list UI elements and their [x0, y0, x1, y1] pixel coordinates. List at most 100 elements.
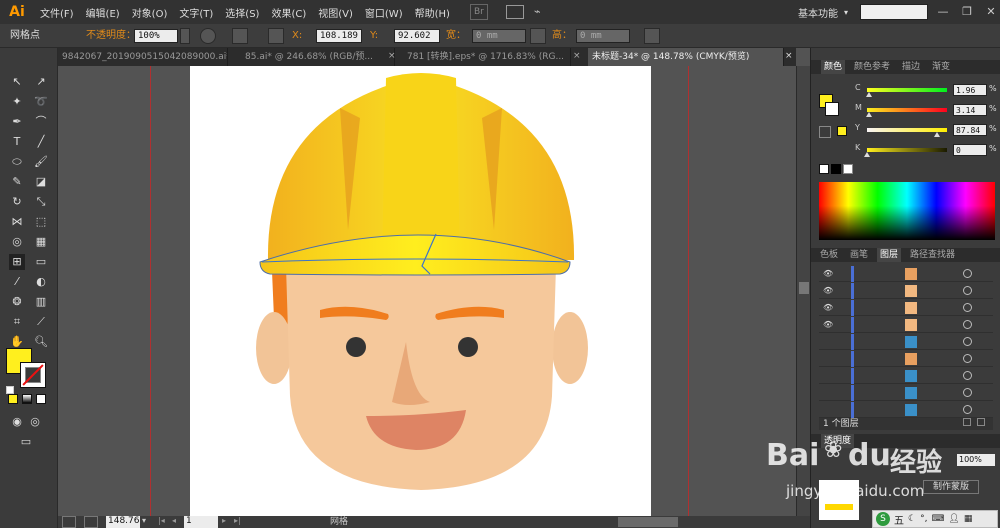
pen-tool-icon[interactable]: ✒	[9, 114, 25, 130]
eye-icon[interactable]: 👁︎	[823, 269, 833, 278]
artboard-nav-icon[interactable]	[62, 516, 76, 528]
target-circle-icon[interactable]	[963, 371, 972, 380]
chevron-down-icon[interactable]: ▾	[844, 8, 848, 17]
transform-options-icon[interactable]	[644, 28, 660, 44]
moon-icon[interactable]: ☾	[908, 514, 916, 524]
eraser-tool-icon[interactable]: ◪	[33, 174, 49, 190]
gpu-performance-icon[interactable]: ⌁	[534, 5, 550, 19]
channel-slider-handle[interactable]	[865, 92, 872, 97]
menu-select[interactable]: 选择(S)	[219, 5, 265, 20]
close-button[interactable]: ✕	[982, 3, 1000, 21]
first-artboard-icon[interactable]: |◂	[158, 516, 165, 525]
line-tool-icon[interactable]: ╱	[33, 134, 49, 150]
horizontal-scroll-thumb[interactable]	[618, 517, 678, 527]
visibility-toggle[interactable]	[823, 354, 833, 364]
ellipse-tool-icon[interactable]: ⬭	[9, 154, 25, 170]
minimize-button[interactable]: —	[934, 3, 952, 21]
share-icon[interactable]	[84, 516, 98, 528]
user-icon[interactable]: 👤︎	[948, 514, 959, 524]
eyedropper-tool-icon[interactable]: ⁄	[9, 274, 25, 290]
selection-tool-icon[interactable]: ↖	[9, 74, 25, 90]
tab-gradient[interactable]: 渐变	[929, 60, 953, 74]
channel-slider-k[interactable]	[867, 148, 947, 152]
gradient-mode-icon[interactable]	[22, 394, 32, 404]
channel-value-field-k[interactable]: 0	[953, 144, 987, 156]
visibility-toggle[interactable]	[823, 405, 833, 415]
eye-icon[interactable]: 👁︎	[823, 286, 833, 295]
opacity-dropdown[interactable]	[180, 28, 190, 44]
layer-row[interactable]	[819, 334, 993, 350]
ime-toolbar[interactable]: S 五 ☾ °, ⌨ 👤︎ ▦	[872, 510, 998, 528]
layer-row[interactable]	[819, 351, 993, 367]
pencil-tool-icon[interactable]: ✎	[9, 174, 25, 190]
sogou-icon[interactable]: S	[876, 512, 890, 526]
opacity-field[interactable]: 100%	[134, 29, 178, 43]
draw-behind-icon[interactable]: ◎	[27, 414, 43, 430]
layer-row[interactable]	[819, 402, 993, 418]
zoom-tool-icon[interactable]: 🔍︎	[33, 334, 49, 350]
rotate-tool-icon[interactable]: ↻	[9, 194, 25, 210]
none-mode-icon[interactable]	[36, 394, 46, 404]
magic-wand-tool-icon[interactable]: ✦	[9, 94, 25, 110]
channel-value-field-c[interactable]: 1.96	[953, 84, 987, 96]
menu-edit[interactable]: 编辑(E)	[80, 5, 126, 20]
tab-layers[interactable]: 图层	[877, 248, 902, 262]
menu-view[interactable]: 视图(V)	[312, 5, 359, 20]
document-tab[interactable]: 781 [转换].eps* @ 1716.83% (RG...	[403, 48, 571, 66]
menu-effect[interactable]: 效果(C)	[265, 5, 312, 20]
channel-slider-handle[interactable]	[934, 132, 941, 137]
target-circle-icon[interactable]	[963, 320, 972, 329]
menu-help[interactable]: 帮助(H)	[409, 5, 456, 20]
zoom-field[interactable]: 148.76	[106, 516, 140, 528]
opacity-label[interactable]: 不透明度：	[86, 28, 136, 44]
default-colors-icon[interactable]	[6, 386, 14, 394]
tab-close-icon[interactable]: ×	[388, 51, 396, 61]
channel-slider-m[interactable]	[867, 108, 947, 112]
layer-row[interactable]: 👁︎	[819, 300, 993, 316]
none-color-icon[interactable]	[819, 164, 829, 174]
grid-icon[interactable]: ▦	[964, 514, 973, 524]
align-icon[interactable]	[232, 28, 248, 44]
blend-tool-icon[interactable]: ◐	[33, 274, 49, 290]
menu-type[interactable]: 文字(T)	[173, 5, 219, 20]
height-field[interactable]: 0 mm	[576, 29, 630, 43]
target-circle-icon[interactable]	[963, 303, 972, 312]
tab-brushes[interactable]: 画笔	[847, 248, 871, 262]
symbol-sprayer-tool-icon[interactable]: ❂	[9, 294, 25, 310]
bridge-button[interactable]: Br	[469, 4, 488, 20]
layer-row[interactable]: 👁︎	[819, 283, 993, 299]
workspace-switcher[interactable]: 基本功能	[798, 5, 838, 20]
tab-stroke[interactable]: 描边	[899, 60, 923, 74]
perspective-grid-tool-icon[interactable]: ▦	[33, 234, 49, 250]
tab-swatches[interactable]: 色板	[817, 248, 841, 262]
visibility-toggle[interactable]	[823, 371, 833, 381]
document-tab-active[interactable]: 未标题-34* @ 148.78% (CMYK/预览)	[588, 48, 784, 66]
restore-button[interactable]: ❐	[958, 3, 976, 21]
layer-row[interactable]	[819, 385, 993, 401]
color-spectrum[interactable]	[819, 182, 995, 240]
black-color-icon[interactable]	[831, 164, 841, 174]
free-transform-tool-icon[interactable]: ⬚	[33, 214, 49, 230]
visibility-toggle[interactable]	[823, 337, 833, 347]
artboard-tool-icon[interactable]: ⌗	[9, 314, 25, 330]
slice-tool-icon[interactable]: ⟋	[33, 314, 49, 330]
y-field[interactable]: 92.602	[394, 29, 440, 43]
channel-slider-c[interactable]	[867, 88, 947, 92]
x-field[interactable]: 108.189	[316, 29, 362, 43]
channel-slider-handle[interactable]	[866, 112, 873, 117]
out-of-gamut-icon[interactable]	[819, 126, 831, 138]
channel-slider-handle[interactable]	[864, 152, 870, 157]
scale-tool-icon[interactable]: ⤡	[33, 194, 49, 210]
visibility-toggle[interactable]	[823, 388, 833, 398]
recolor-icon[interactable]	[200, 28, 216, 44]
canvas[interactable]	[58, 66, 796, 516]
paintbrush-tool-icon[interactable]: 🖌	[33, 154, 49, 170]
shape-builder-tool-icon[interactable]: ◎	[9, 234, 25, 250]
layer-row[interactable]: 👁︎	[819, 266, 993, 282]
tab-close-icon[interactable]: ×	[573, 51, 581, 61]
prev-artboard-icon[interactable]: ◂	[172, 516, 176, 525]
tab-color-guide[interactable]: 颜色参考	[851, 60, 893, 74]
layer-row[interactable]	[819, 368, 993, 384]
punctuation-icon[interactable]: °,	[920, 514, 927, 524]
menu-object[interactable]: 对象(O)	[126, 5, 174, 20]
